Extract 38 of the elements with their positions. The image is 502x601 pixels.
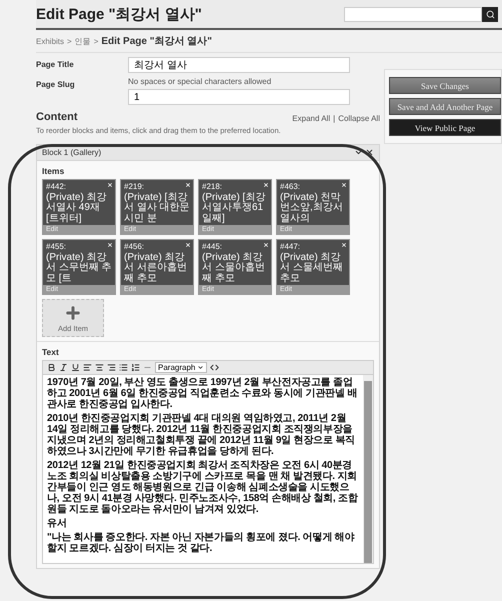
item-number: #447: <box>280 242 300 252</box>
items-label: Items <box>42 166 66 176</box>
action-button[interactable]: Save Changes <box>389 77 501 94</box>
item-number: #445: <box>202 242 222 252</box>
item-caption: (Private) [최강서열사투쟁61일째] <box>202 192 266 224</box>
item-number: #218: <box>202 182 222 192</box>
text-field[interactable]: 최강서 열사 <box>128 57 350 73</box>
section-heading: Content <box>36 111 78 123</box>
breadcrumb-link[interactable]: Exhibits <box>36 36 64 46</box>
item-caption: (Private) 최강서열사 49재 [트위터] <box>46 192 108 224</box>
item-number: #456: <box>124 242 144 252</box>
action-button[interactable]: View Public Page <box>389 119 501 136</box>
field-label: Page Slug <box>36 79 76 89</box>
breadcrumb-link[interactable]: Edit Page "최강서 열사" <box>101 34 212 48</box>
breadcrumb-separator: > <box>67 36 72 46</box>
text-label: Text <box>42 347 60 357</box>
field-label: Page Title <box>36 59 75 69</box>
item-number: #219: <box>124 182 144 192</box>
item-caption: (Private) [최강서 열사 대한문 시민 분 <box>124 192 190 224</box>
item-number: #455: <box>46 242 66 252</box>
collapse-link[interactable]: Collapse All <box>338 114 380 123</box>
block-title: Block 1 (Gallery) <box>42 148 102 157</box>
item-number: #442: <box>46 182 66 192</box>
item-number: #463: <box>280 182 300 192</box>
page-title: Edit Page "최강서 열사" <box>36 4 202 24</box>
text-field[interactable]: 1 <box>128 89 350 105</box>
item-caption: (Private) 최강서 스물세번째 추모 <box>280 252 344 284</box>
item-caption: (Private) 천막번소앞,최강서 열사의 <box>280 192 344 224</box>
field-hint: No spaces or special characters allowed <box>128 77 272 86</box>
item-caption: (Private) 최강서 서른아홉번째 추모 <box>124 252 188 284</box>
breadcrumb-link[interactable]: 인물 <box>74 36 91 46</box>
breadcrumb-separator: > <box>94 36 98 46</box>
expand-link[interactable]: Expand All <box>292 114 330 123</box>
item-caption: (Private) 최강서 스무번째 추모 [트 <box>46 252 112 284</box>
item-caption: (Private) 최강서 스물아홉번째 추모 <box>202 252 266 284</box>
format-select[interactable]: Paragraph <box>155 362 208 373</box>
link-separator: | <box>333 114 336 123</box>
action-button[interactable]: Save and Add Another Page <box>389 98 501 115</box>
